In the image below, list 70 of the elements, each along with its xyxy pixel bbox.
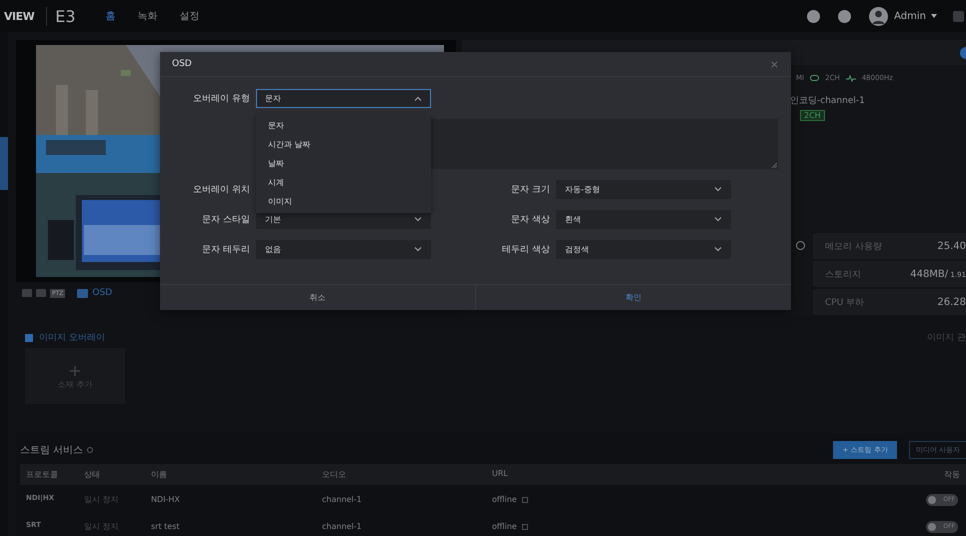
field-label: 문자 스타일 <box>201 214 250 226</box>
table-cell-text: 일시 정지 <box>83 521 120 533</box>
image-icon[interactable] <box>77 288 88 298</box>
avatar-icon[interactable] <box>869 6 888 26</box>
language-icon[interactable] <box>953 10 964 22</box>
stat-label: CPU 부하 <box>825 296 864 308</box>
refresh-icon[interactable] <box>87 447 94 453</box>
menu-item[interactable]: 시간과 날짜 <box>256 135 431 154</box>
nav-tab[interactable]: 녹화 <box>138 9 158 23</box>
cancel-button[interactable]: 취소 <box>160 285 475 310</box>
overlay-type-select[interactable]: 문자 <box>256 89 431 108</box>
checkbox-label: 이미지 오버레이 <box>39 332 105 344</box>
dropdown-select[interactable]: 흰색 <box>556 210 731 229</box>
product-name: E3 <box>46 6 76 26</box>
column-header: 오디오 <box>316 464 486 485</box>
table-cell-text: srt test <box>150 521 180 533</box>
chevron-icon <box>714 247 722 252</box>
logo: VIEW <box>4 10 34 22</box>
field-label: 문자 색상 <box>510 214 550 226</box>
dropdown-select[interactable]: 검정색 <box>556 240 731 259</box>
menu-item[interactable]: 시계 <box>256 173 431 192</box>
chevron-icon <box>414 217 422 222</box>
chevron-icon <box>714 187 722 192</box>
table-cell-text: NDI-HX <box>150 494 181 506</box>
dropdown-select[interactable]: 없음 <box>256 240 431 259</box>
table-cell-text: 일시 정지 <box>83 494 120 506</box>
checkbox[interactable] <box>25 334 33 342</box>
column-header: 이름 <box>145 464 316 485</box>
section-title: 스트림 서비스 <box>20 444 84 457</box>
osd-button[interactable]: OSD <box>92 288 112 298</box>
menu-item[interactable]: 이미지 <box>256 192 431 211</box>
dialog-title: OSD <box>172 59 192 69</box>
menu-item[interactable]: 날짜 <box>256 154 431 173</box>
copy-icon[interactable] <box>522 496 528 502</box>
field-label: 오버레이 유형 <box>192 93 250 105</box>
caret-icon[interactable] <box>931 14 937 18</box>
table-cell-text: channel-1 <box>321 494 363 506</box>
field-label: 테두리 색상 <box>501 244 550 256</box>
encoder-name: 인코딩-channel-1 <box>789 95 866 107</box>
confirm-button[interactable]: 확인 <box>475 285 791 310</box>
column-header: 작동 <box>906 464 966 485</box>
stat-value: 26.28 <box>937 296 966 308</box>
nav-tab[interactable]: 설정 <box>180 9 200 23</box>
field-label: 문자 테두리 <box>201 244 250 256</box>
column-header: 프로토콜 <box>20 464 78 485</box>
waveform-icon <box>846 74 856 82</box>
url-cell: offline <box>486 512 906 536</box>
field-label: 오버레이 위치 <box>192 184 250 196</box>
stat-value: 25.40 <box>937 240 966 252</box>
plus-icon: + <box>68 362 82 378</box>
channel-badge: 2CH <box>800 110 825 121</box>
signal-icon <box>810 75 820 81</box>
resize-grip-icon[interactable] <box>772 163 777 168</box>
stat-label: 메모리 사용량 <box>825 240 882 252</box>
stat-label: 스토리지 <box>825 268 861 280</box>
dropdown-select[interactable]: 자동-중형 <box>556 180 731 199</box>
url-cell: offline <box>486 485 906 512</box>
chevron-icon <box>414 96 422 101</box>
copy-icon[interactable] <box>522 524 528 530</box>
menu-item[interactable]: 문자 <box>256 116 431 135</box>
sidebar-indicator <box>0 137 8 190</box>
field-label: 문자 크기 <box>510 184 550 196</box>
chevron-icon <box>714 217 722 222</box>
globe-icon[interactable] <box>796 241 805 250</box>
column-header: 상태 <box>78 464 145 485</box>
table-cell-text: channel-1 <box>321 521 363 533</box>
user-name[interactable]: Admin <box>894 10 926 22</box>
chevron-icon <box>414 247 422 252</box>
column-header: URL <box>486 464 906 485</box>
nav-tab[interactable]: 홈 <box>106 9 116 23</box>
